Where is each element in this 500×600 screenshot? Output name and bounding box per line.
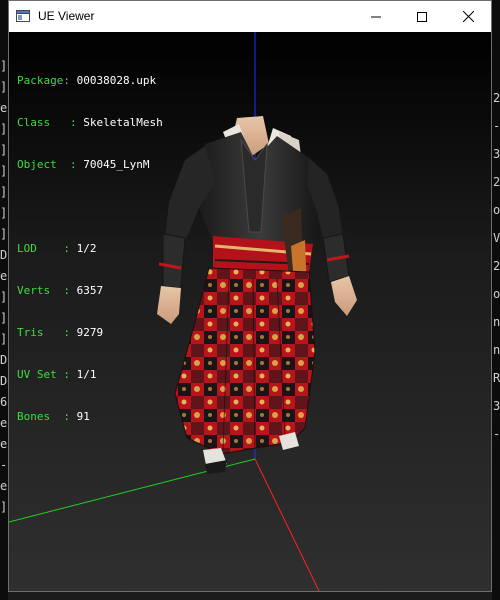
console-char: 2 — [493, 175, 500, 189]
console-char: e — [0, 479, 8, 493]
close-button[interactable] — [445, 1, 491, 32]
minimize-icon — [371, 16, 381, 17]
console-char: ] — [0, 164, 8, 178]
bones-row: Bones : 91 — [17, 410, 90, 423]
maximize-icon — [417, 11, 427, 22]
app-window-icon — [16, 10, 30, 22]
console-char: 3 — [493, 147, 500, 161]
console-char: n — [493, 343, 500, 357]
console-char: n — [493, 315, 500, 329]
console-char: D — [0, 374, 8, 388]
console-char: R — [493, 371, 500, 385]
console-char: D — [0, 353, 8, 367]
skeletal-mesh-model — [157, 116, 357, 474]
package-row: Package: 00038028.upk — [17, 74, 157, 87]
uvset-label: UV Set — [17, 368, 57, 381]
object-label: Object — [17, 158, 57, 171]
console-char: V — [493, 231, 500, 245]
console-char: ] — [0, 332, 8, 346]
console-char: ] — [0, 143, 8, 157]
object-value: 70045_LynM — [83, 158, 150, 171]
console-char: ] — [0, 500, 8, 514]
ue-viewer-window: UE Viewer Package: 00038028.upk Class: … — [8, 0, 492, 592]
lod-row: LOD : 1/2 — [17, 242, 97, 255]
minimize-button[interactable] — [353, 1, 399, 32]
console-char: 6 — [0, 395, 8, 409]
verts-row: Verts : 6357 — [17, 284, 104, 297]
console-char: ] — [0, 311, 8, 325]
uvset-row: UV Set : 1/1 — [17, 368, 97, 381]
console-char: ] — [0, 185, 8, 199]
console-char: ] — [0, 206, 8, 220]
console-char: ] — [0, 290, 8, 304]
x-axis-line — [254, 458, 320, 591]
verts-value: 6357 — [76, 284, 104, 297]
package-value: 00038028.upk — [76, 74, 157, 87]
console-char: e — [0, 101, 8, 115]
console-char: ] — [0, 80, 8, 94]
class-row: Class : SkeletalMesh — [17, 116, 163, 129]
console-char: 2 — [493, 259, 500, 273]
close-icon — [462, 11, 474, 22]
console-char: - — [493, 119, 500, 133]
console-char: ] — [0, 59, 8, 73]
title-bar[interactable]: UE Viewer — [9, 1, 491, 32]
tris-value: 9279 — [76, 326, 104, 339]
lod-label: LOD — [17, 242, 37, 255]
tris-row: Tris : 9279 — [17, 326, 104, 339]
console-char: o — [493, 203, 500, 217]
console-char: ] — [0, 122, 8, 136]
class-label: Class — [17, 116, 51, 129]
console-char: - — [493, 427, 500, 441]
console-char: o — [493, 287, 500, 301]
console-char: 2 — [493, 91, 500, 105]
3d-viewport[interactable]: Package: 00038028.upk Class : SkeletalMe… — [9, 32, 491, 591]
object-row: Object : 70045_LynM — [17, 158, 150, 171]
class-value: SkeletalMesh — [83, 116, 163, 129]
bones-value: 91 — [76, 410, 90, 423]
console-char: e — [0, 437, 8, 451]
tris-label: Tris — [17, 326, 44, 339]
package-label: Package — [17, 74, 64, 87]
window-title: UE Viewer — [38, 9, 95, 23]
console-char: 3 — [493, 399, 500, 413]
verts-label: Verts — [17, 284, 51, 297]
console-char: e — [0, 416, 8, 430]
console-char: e — [0, 269, 8, 283]
bones-label: Bones — [17, 410, 51, 423]
console-char: - — [0, 458, 8, 472]
mesh-info-panel: Package: 00038028.upk Class : SkeletalMe… — [17, 46, 163, 452]
maximize-button[interactable] — [399, 1, 445, 32]
console-char: ] — [0, 227, 8, 241]
console-char: D — [0, 248, 8, 262]
uvset-value: 1/1 — [76, 368, 97, 381]
lod-value: 1/2 — [76, 242, 97, 255]
